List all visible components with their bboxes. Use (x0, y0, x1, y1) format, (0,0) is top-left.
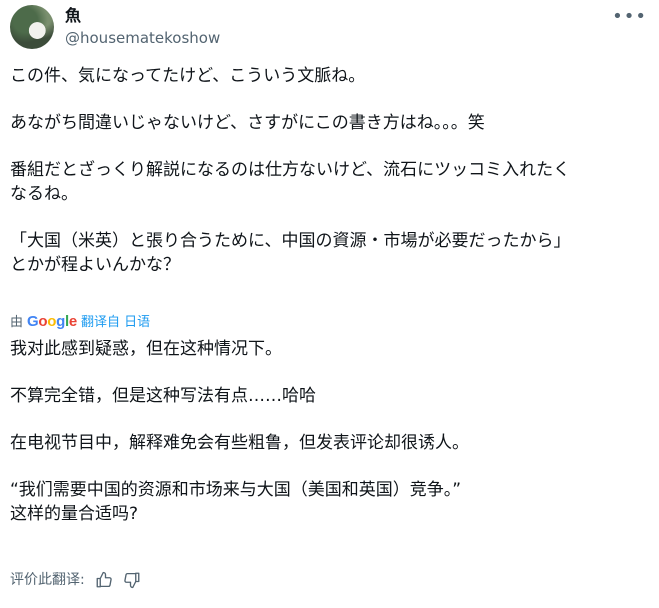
translation-attribution: 由 Google 翻译自 日语 (10, 313, 150, 332)
original-paragraph: 「大国（米英）と張り合うために、中国の資源・市場が必要だったから」 とかが程よい… (10, 231, 571, 275)
google-logo-letter: e (68, 313, 77, 330)
google-logo-letter: G (27, 313, 39, 330)
rate-translation-bar: 评价此翻译: (10, 570, 141, 590)
thumbs-up-icon[interactable] (95, 571, 113, 589)
google-logo: Google (27, 313, 77, 331)
translated-paragraph: 不算完全错，但是这种写法有点……哈哈 (10, 386, 316, 406)
translated-paragraph: 我对此感到疑惑，但在这种情况下。 (10, 339, 282, 359)
original-paragraph: あながち間違いじゃないけど、さすがにこの書き方はね。。。笑 (10, 113, 485, 133)
more-options-icon[interactable]: ••• (612, 8, 647, 26)
original-paragraph: 番組だとざっくり解説になるのは仕方ないけど、流石にツッコミ入れたく なるね。 (10, 160, 571, 204)
original-post-text: この件、気になってたけど、こういう文脈ね。 あながち間違いじゃないけど、さすがに… (10, 64, 649, 277)
google-logo-letter: o (38, 313, 48, 330)
google-logo-letter: g (56, 313, 66, 330)
avatar[interactable] (10, 5, 54, 49)
author-name[interactable]: 魚 (65, 6, 81, 26)
translated-post-text: 我对此感到疑惑，但在这种情况下。 不算完全错，但是这种写法有点……哈哈 在电视节… (10, 337, 649, 526)
original-paragraph: この件、気になってたけど、こういう文脈ね。 (10, 66, 366, 86)
translation-prefix: 由 (10, 315, 24, 330)
author-handle[interactable]: @housematekoshow (65, 28, 220, 48)
translated-paragraph: 在电视节目中，解释难免会有些粗鲁，但发表评论却很诱人。 (10, 433, 469, 453)
thumbs-down-icon[interactable] (123, 571, 141, 589)
google-logo-letter: o (47, 313, 57, 330)
translated-from-link[interactable]: 翻译自 日语 (81, 314, 150, 332)
rate-translation-label: 评价此翻译: (10, 572, 85, 588)
translated-paragraph: “我们需要中国的资源和市场来与大国（美国和英国）竞争。” 这样的量合适吗? (10, 480, 462, 524)
